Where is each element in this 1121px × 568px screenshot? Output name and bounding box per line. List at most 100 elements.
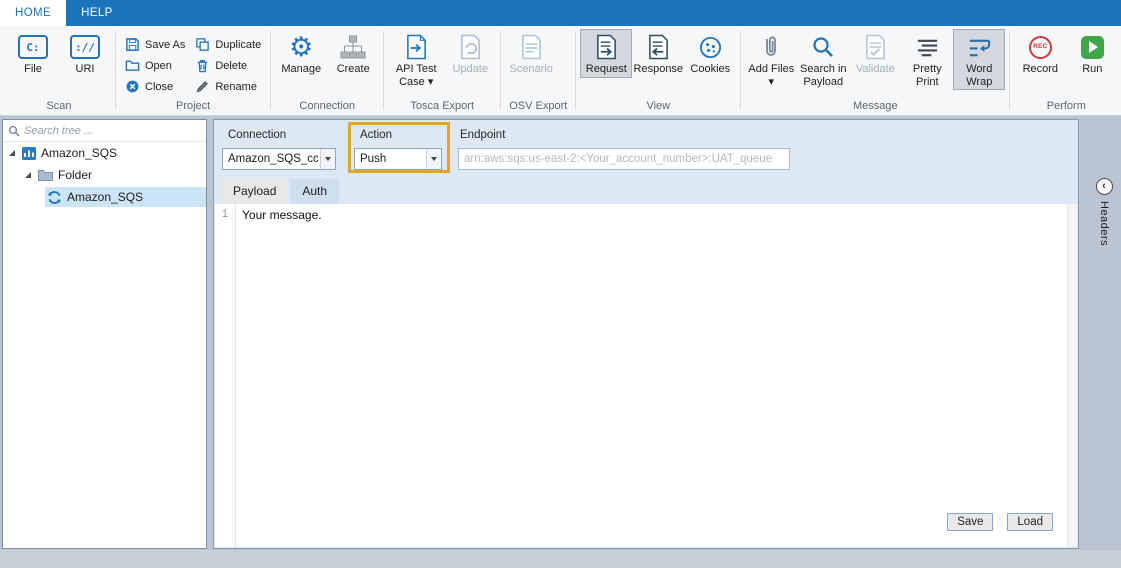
tree-expander-icon[interactable]: [9, 150, 15, 156]
group-label-view: View: [580, 99, 736, 115]
uri-scan-icon: ://: [70, 35, 100, 59]
pretty-print-button[interactable]: Pretty Print: [901, 29, 953, 90]
button-label: Save As: [145, 39, 185, 51]
group-separator: [1009, 31, 1010, 110]
button-label: Create: [337, 63, 370, 76]
tree-item-folder[interactable]: Folder: [3, 164, 206, 186]
word-wrap-button[interactable]: Word Wrap: [953, 29, 1005, 90]
payload-tab-strip: Payload Auth: [214, 178, 1078, 204]
word-wrap-icon: [967, 35, 992, 60]
ribbon: C: File :// URI Scan Save As: [0, 26, 1121, 116]
group-label-scan: Scan: [7, 99, 111, 115]
open-folder-icon: [125, 58, 140, 73]
endpoint-input[interactable]: [458, 148, 790, 170]
editor-buttons: Save Load: [947, 513, 1053, 531]
headers-tab-label[interactable]: Headers: [1098, 201, 1110, 246]
tree-item-label: Amazon_SQS: [67, 190, 143, 204]
button-label: Delete: [215, 60, 247, 72]
group-label-message: Message: [745, 99, 1005, 115]
sync-icon: [47, 190, 62, 205]
group-label-project: Project: [120, 99, 266, 115]
button-label: Update: [452, 63, 487, 76]
search-in-payload-button[interactable]: Search in Payload: [797, 29, 849, 90]
group-label-tosca-export: Tosca Export: [388, 99, 496, 115]
expand-headers-button[interactable]: ‹: [1096, 178, 1113, 195]
ribbon-group-message: Add Files ▾ Search in Payload: [743, 26, 1007, 115]
chevron-left-icon: ‹: [1102, 180, 1106, 192]
rename-button[interactable]: Rename: [190, 76, 266, 97]
tab-payload[interactable]: Payload: [221, 179, 288, 204]
button-label: Response: [634, 63, 684, 76]
tree-item-root[interactable]: Amazon_SQS: [3, 142, 206, 164]
button-label: Cookies: [690, 63, 730, 76]
validate-check-icon: [864, 34, 887, 60]
ribbon-group-scan: C: File :// URI Scan: [5, 26, 113, 115]
scenario-button: Scenario: [505, 29, 557, 78]
group-label-perform: Perform: [1014, 99, 1118, 115]
file-scan-icon: C:: [18, 35, 48, 59]
tab-home[interactable]: HOME: [0, 0, 66, 26]
button-label: URI: [76, 63, 95, 76]
connection-select[interactable]: Amazon_SQS_cc: [222, 148, 336, 170]
payload-text-area[interactable]: Your message.: [235, 204, 1067, 547]
tree-item-service[interactable]: Amazon_SQS: [3, 186, 206, 208]
request-view-button[interactable]: Request: [580, 29, 632, 78]
group-separator: [740, 31, 741, 110]
ribbon-group-perform: REC Record Run Perform: [1012, 26, 1120, 115]
group-separator: [575, 31, 576, 110]
add-files-button[interactable]: Add Files ▾: [745, 29, 797, 90]
button-label: Request: [586, 63, 627, 76]
group-label-osv-export: OSV Export: [505, 99, 571, 115]
tree-expander-icon[interactable]: [25, 172, 31, 178]
button-label: Duplicate: [215, 39, 261, 51]
create-connection-button[interactable]: Create: [327, 29, 379, 78]
chevron-down-icon: [320, 149, 335, 169]
close-button[interactable]: Close: [120, 76, 190, 97]
validate-button: Validate: [849, 29, 901, 78]
gear-icon: ⚙: [289, 34, 313, 61]
group-label-connection: Connection: [275, 99, 379, 115]
ribbon-tab-bar: HOME HELP: [0, 0, 1121, 26]
uri-scan-button[interactable]: :// URI: [59, 29, 111, 78]
run-button[interactable]: Run: [1066, 29, 1118, 78]
group-separator: [270, 31, 271, 110]
button-label: Rename: [215, 81, 257, 93]
button-label: Record: [1023, 63, 1058, 76]
ribbon-group-connection: ⚙ Manage Create Connection: [273, 26, 381, 115]
connection-label: Connection: [228, 129, 286, 141]
manage-connection-button[interactable]: ⚙ Manage: [275, 29, 327, 78]
action-label: Action: [360, 129, 392, 141]
tree-sidebar: Amazon_SQS Folder Amazon_SQS: [2, 119, 207, 549]
open-button[interactable]: Open: [120, 55, 190, 76]
tab-auth[interactable]: Auth: [290, 179, 339, 204]
button-label: Validate: [856, 63, 895, 76]
search-icon: [811, 35, 835, 59]
pretty-print-icon: [915, 35, 940, 60]
button-label: Manage: [281, 63, 321, 76]
record-button[interactable]: REC Record: [1014, 29, 1066, 78]
cookies-button[interactable]: Cookies: [684, 29, 736, 78]
line-number-gutter: 1: [215, 204, 235, 547]
ribbon-group-osv-export: Scenario OSV Export: [503, 26, 573, 115]
file-scan-button[interactable]: C: File: [7, 29, 59, 78]
duplicate-button[interactable]: Duplicate: [190, 34, 266, 55]
tab-help[interactable]: HELP: [66, 0, 128, 26]
delete-button[interactable]: Delete: [190, 55, 266, 76]
tree-item-label: Amazon_SQS: [41, 146, 117, 160]
load-button[interactable]: Load: [1007, 513, 1053, 531]
save-button[interactable]: Save: [947, 513, 993, 531]
group-separator: [383, 31, 384, 110]
cookie-icon: [698, 35, 723, 60]
api-test-case-button[interactable]: API Test Case ▾: [388, 29, 444, 90]
save-icon: [125, 37, 140, 52]
tree-search-input[interactable]: [24, 125, 201, 137]
trash-icon: [195, 58, 210, 73]
document-refresh-icon: [459, 34, 482, 60]
workspace: Amazon_SQS Folder Amazon_SQS: [0, 116, 1121, 568]
button-label: Close: [145, 81, 173, 93]
response-view-button[interactable]: Response: [632, 29, 684, 78]
button-label: Search in Payload: [798, 63, 848, 88]
editor-scrollbar[interactable]: [1067, 204, 1077, 547]
action-select[interactable]: Push: [354, 148, 442, 170]
save-as-button[interactable]: Save As: [120, 34, 190, 55]
